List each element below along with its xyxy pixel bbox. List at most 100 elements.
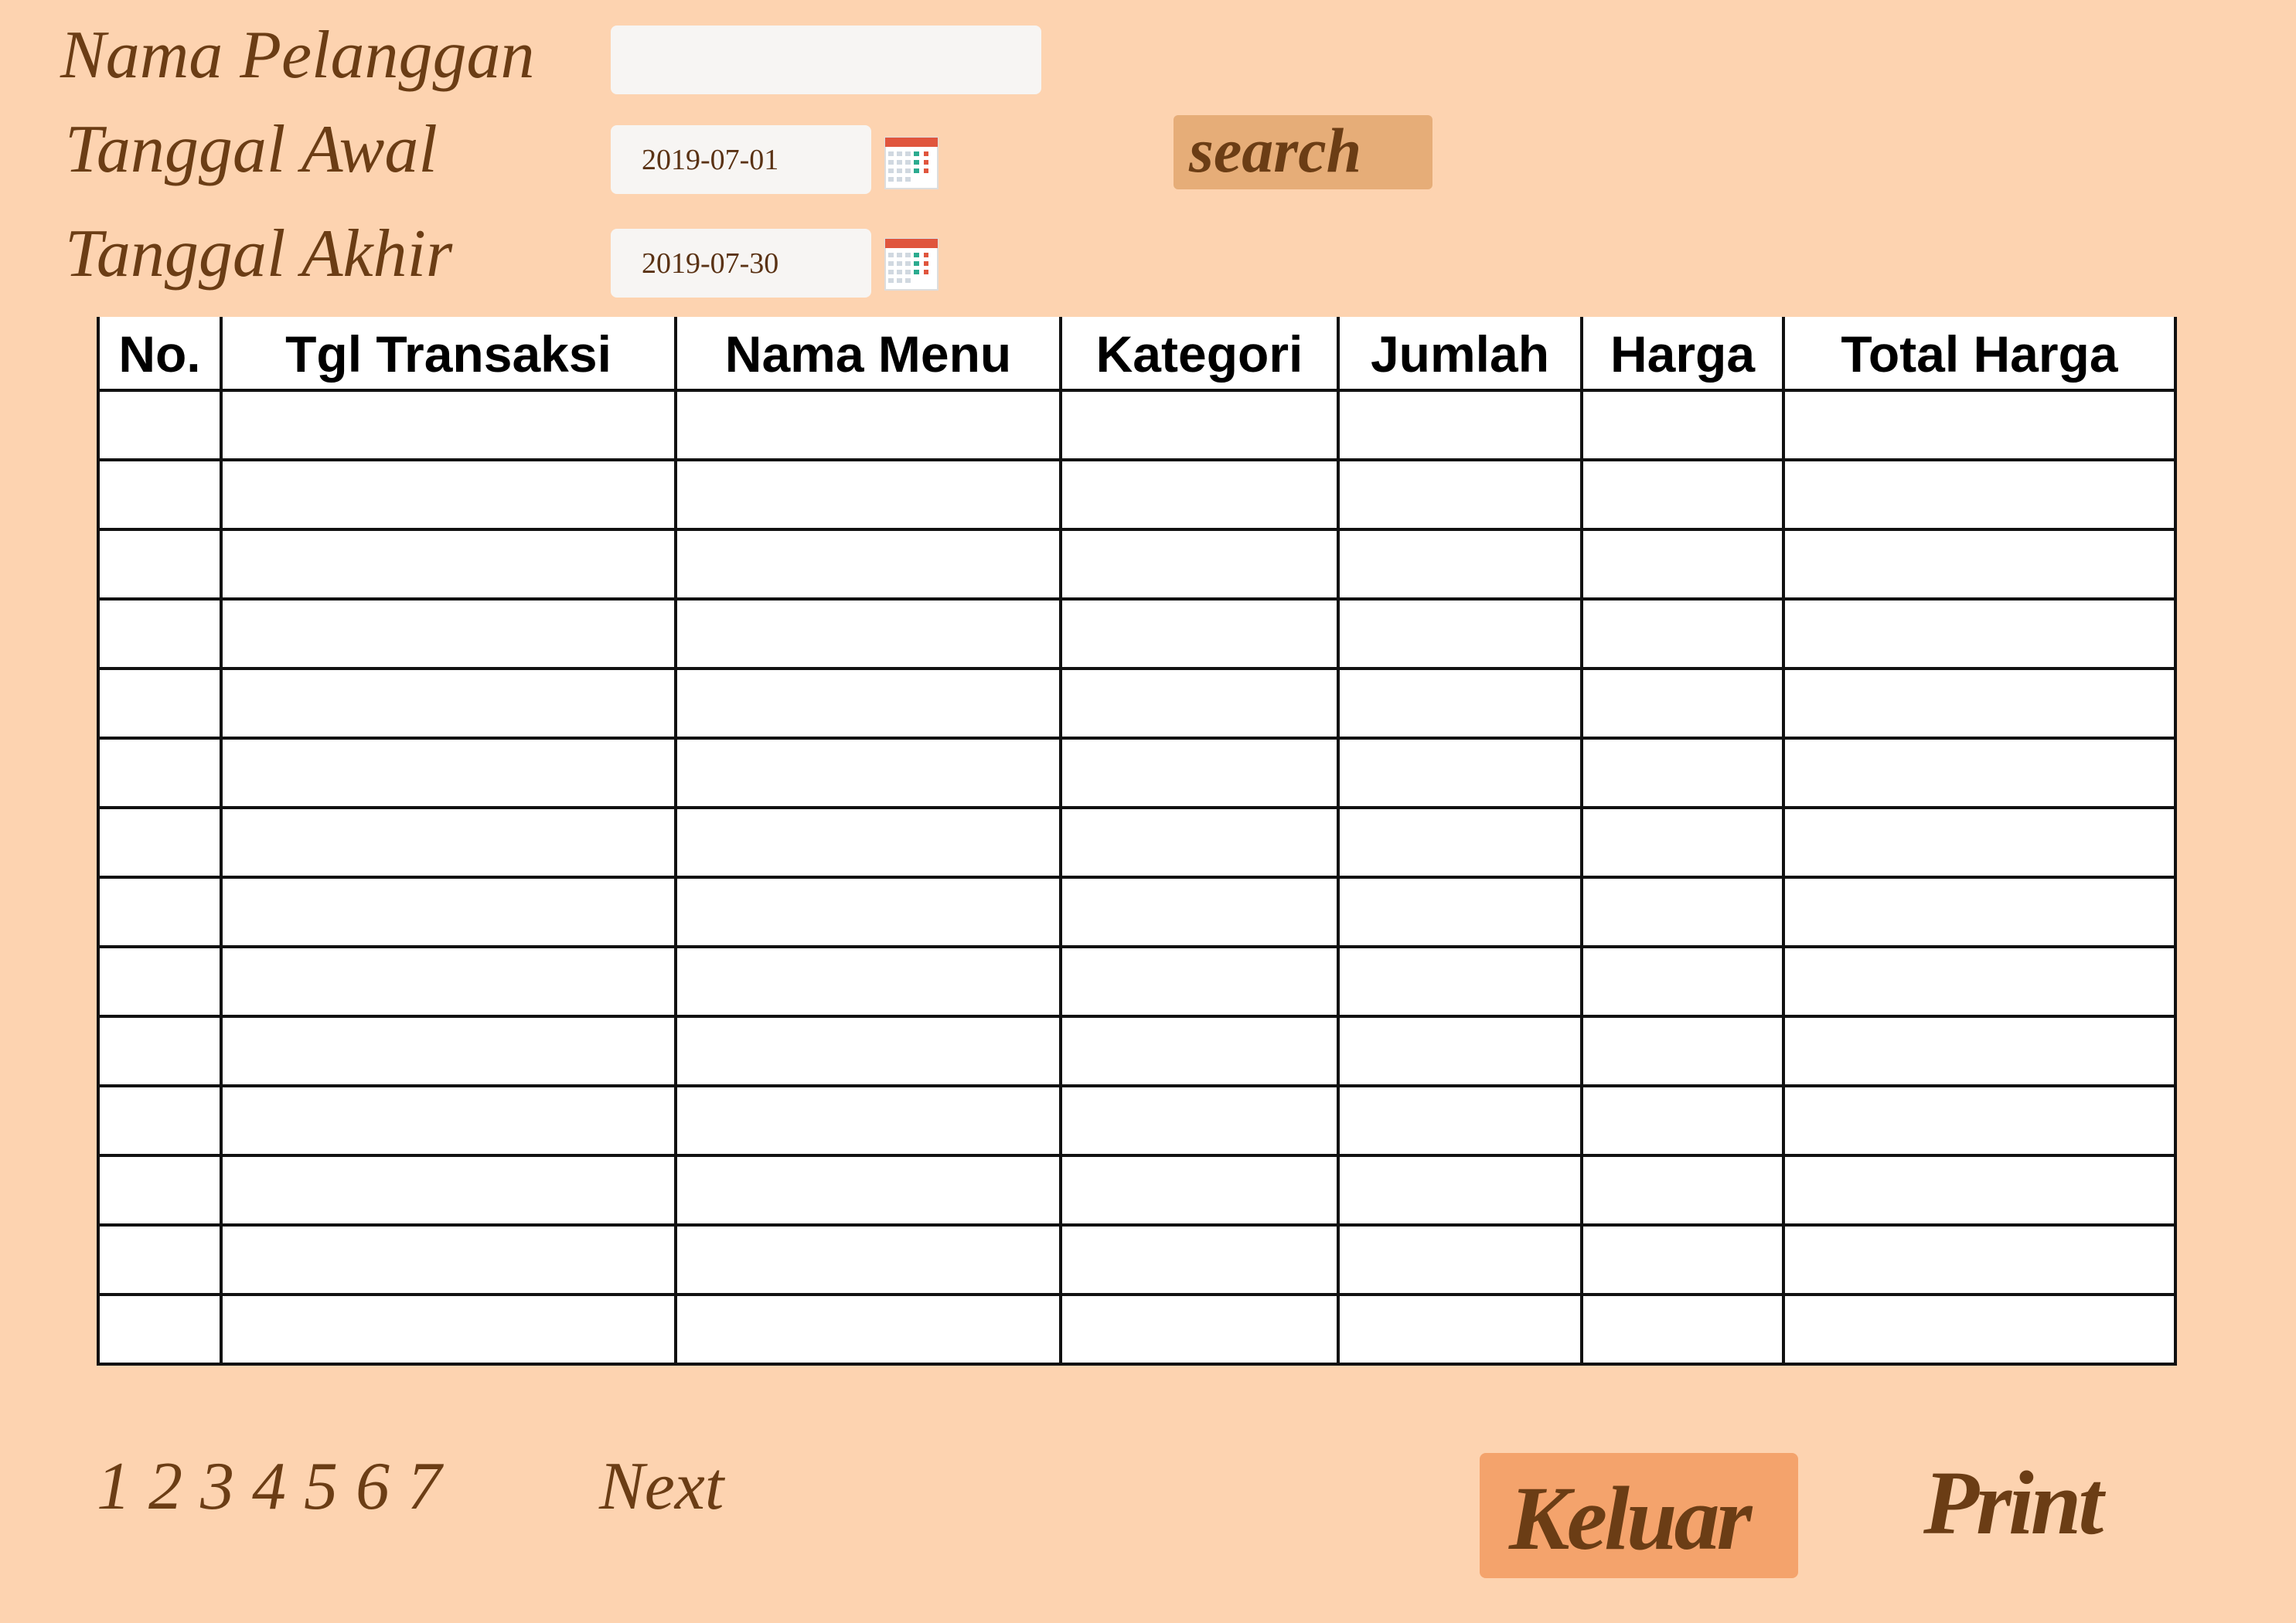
page-link-1[interactable]: 1 xyxy=(97,1453,131,1521)
table-cell xyxy=(97,876,223,948)
table-cell xyxy=(220,1223,677,1296)
column-header-total-price: Total Harga xyxy=(1782,317,2177,392)
table-cell xyxy=(220,945,677,1018)
table-cell xyxy=(1337,528,1583,601)
exit-button[interactable]: Keluar xyxy=(1480,1453,1798,1578)
table-cell xyxy=(674,528,1062,601)
column-header-menu-name: Nama Menu xyxy=(674,317,1062,392)
table-cell xyxy=(1337,597,1583,670)
table-cell xyxy=(1059,1084,1340,1157)
table-row xyxy=(97,597,2177,670)
table-cell xyxy=(1580,389,1785,461)
table-cell xyxy=(1059,876,1340,948)
table-cell xyxy=(220,806,677,879)
page-link-7[interactable]: 7 xyxy=(407,1453,441,1521)
column-header-no: No. xyxy=(97,317,223,392)
table-cell xyxy=(1782,737,2177,809)
table-cell xyxy=(1337,667,1583,740)
table-cell xyxy=(674,737,1062,809)
table-cell xyxy=(220,876,677,948)
table-cell xyxy=(1782,389,2177,461)
table-cell xyxy=(97,458,223,531)
table-cell xyxy=(1782,876,2177,948)
table-cell xyxy=(674,945,1062,1018)
print-button[interactable]: Print xyxy=(1923,1453,2104,1553)
table-cell xyxy=(1580,806,1785,879)
column-header-category: Kategori xyxy=(1059,317,1340,392)
table-cell xyxy=(1782,1084,2177,1157)
table-cell xyxy=(1337,737,1583,809)
customer-name-input[interactable] xyxy=(611,26,1041,94)
table-cell xyxy=(1059,737,1340,809)
table-cell xyxy=(674,1015,1062,1087)
table-cell xyxy=(1337,1223,1583,1296)
table-row xyxy=(97,945,2177,1018)
table-row xyxy=(97,1223,2177,1296)
calendar-icon[interactable] xyxy=(884,236,939,291)
table-cell xyxy=(1059,1223,1340,1296)
table-row xyxy=(97,667,2177,740)
page-link-6[interactable]: 6 xyxy=(356,1453,390,1521)
page-link-4[interactable]: 4 xyxy=(252,1453,286,1521)
table-cell xyxy=(1782,458,2177,531)
column-header-quantity: Jumlah xyxy=(1337,317,1583,392)
table-cell xyxy=(674,1223,1062,1296)
table-cell xyxy=(674,458,1062,531)
table-cell xyxy=(1059,1293,1340,1366)
table-cell xyxy=(1580,1015,1785,1087)
table-cell xyxy=(220,667,677,740)
page-link-5[interactable]: 5 xyxy=(304,1453,338,1521)
table-cell xyxy=(1782,528,2177,601)
table-cell xyxy=(1337,945,1583,1018)
calendar-icon[interactable] xyxy=(884,134,939,190)
table-cell xyxy=(220,1293,677,1366)
table-cell xyxy=(220,1084,677,1157)
table-row xyxy=(97,1293,2177,1366)
page-link-3[interactable]: 3 xyxy=(200,1453,234,1521)
table-cell xyxy=(1059,389,1340,461)
table-cell xyxy=(1580,1154,1785,1227)
next-page-link[interactable]: Next xyxy=(599,1453,724,1521)
table-row xyxy=(97,876,2177,948)
table-cell xyxy=(97,1293,223,1366)
table-cell xyxy=(1580,945,1785,1018)
table-cell xyxy=(1580,458,1785,531)
page-link-2[interactable]: 2 xyxy=(148,1453,182,1521)
table-cell xyxy=(220,597,677,670)
table-cell xyxy=(1337,806,1583,879)
start-date-label: Tanggal Awal xyxy=(65,112,438,187)
end-date-label: Tanggal Akhir xyxy=(65,216,453,291)
table-cell xyxy=(1782,1293,2177,1366)
pagination: 1 2 3 4 5 6 7 xyxy=(97,1453,441,1521)
transactions-table: No. Tgl Transaksi Nama Menu Kategori Jum… xyxy=(97,317,2177,1366)
table-row xyxy=(97,1015,2177,1087)
start-date-input[interactable]: 2019-07-01 xyxy=(611,125,871,194)
table-cell xyxy=(97,389,223,461)
table-cell xyxy=(1782,1015,2177,1087)
table-row xyxy=(97,737,2177,809)
table-cell xyxy=(220,528,677,601)
table-cell xyxy=(97,737,223,809)
table-cell xyxy=(674,1293,1062,1366)
table-cell xyxy=(1580,667,1785,740)
end-date-input[interactable]: 2019-07-30 xyxy=(611,229,871,298)
table-body xyxy=(97,389,2177,1366)
table-row xyxy=(97,806,2177,879)
table-cell xyxy=(1580,1293,1785,1366)
table-row xyxy=(97,528,2177,601)
table-cell xyxy=(97,597,223,670)
table-cell xyxy=(1782,1154,2177,1227)
table-cell xyxy=(1580,597,1785,670)
search-button[interactable]: search xyxy=(1174,115,1432,189)
table-cell xyxy=(220,389,677,461)
customer-name-label: Nama Pelanggan xyxy=(60,18,535,93)
table-cell xyxy=(1580,876,1785,948)
table-cell xyxy=(1059,458,1340,531)
table-cell xyxy=(1059,1015,1340,1087)
table-cell xyxy=(674,667,1062,740)
table-cell xyxy=(1337,876,1583,948)
table-cell xyxy=(1059,945,1340,1018)
table-cell xyxy=(674,1154,1062,1227)
table-cell xyxy=(97,1084,223,1157)
table-cell xyxy=(1337,1293,1583,1366)
